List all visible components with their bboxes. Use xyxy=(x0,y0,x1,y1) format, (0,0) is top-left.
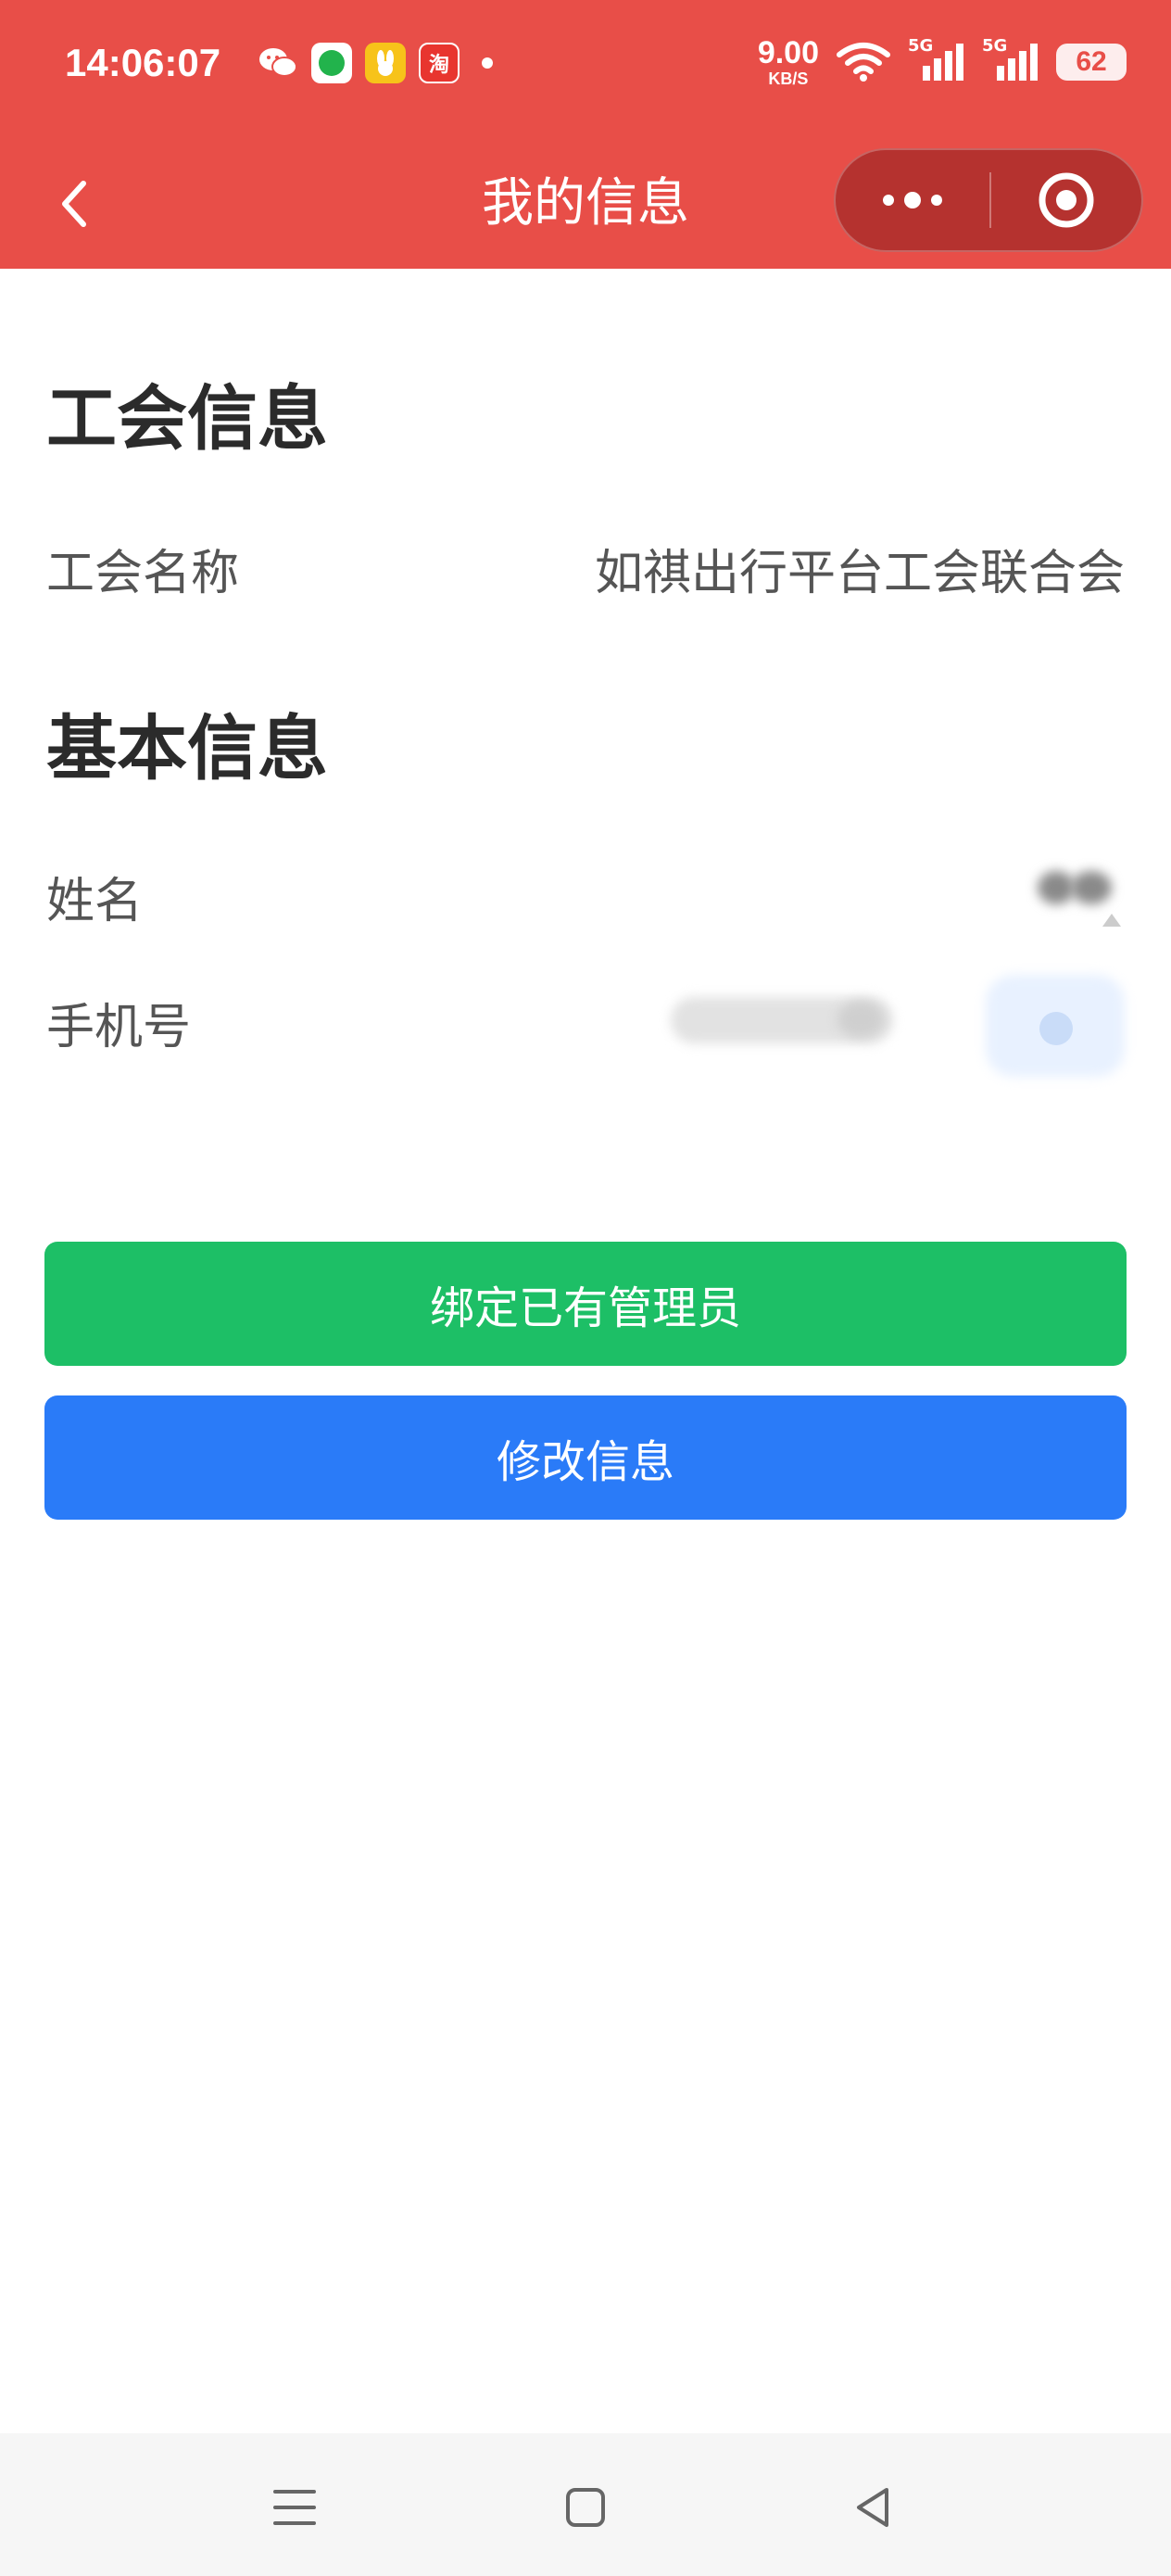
wifi-icon xyxy=(836,42,891,82)
navigation-bar: 我的信息 xyxy=(0,139,1171,269)
union-name-value: 如祺出行平台工会联合会 xyxy=(594,546,1125,601)
status-time: 14:06:07 xyxy=(65,41,221,84)
union-name-label: 工会名称 xyxy=(46,546,240,601)
phone-label: 手机号 xyxy=(46,1000,192,1055)
square-home-icon xyxy=(566,2488,605,2527)
taobao-app-icon: 淘 xyxy=(419,43,460,83)
more-notifications-dot-icon xyxy=(482,57,493,69)
name-label: 姓名 xyxy=(46,874,144,929)
notification-icons: 淘 xyxy=(258,43,493,83)
system-back-button[interactable] xyxy=(836,2470,910,2544)
signal-icon-sim2: 5G xyxy=(982,36,1039,82)
more-menu-button[interactable] xyxy=(836,150,989,250)
status-indicators: 9.00 KB/S 5G 5G 62 xyxy=(757,35,1127,88)
network-speed: 9.00 KB/S xyxy=(757,35,819,88)
bind-admin-button[interactable]: 绑定已有管理员 xyxy=(44,1242,1127,1366)
mini-program-capsule xyxy=(834,148,1143,252)
basic-info-title: 基本信息 xyxy=(46,707,328,789)
wechat-icon xyxy=(258,43,298,83)
signal-icon-sim1: 5G xyxy=(908,36,965,82)
target-close-icon xyxy=(1039,172,1094,228)
home-button[interactable] xyxy=(548,2470,623,2544)
triangle-back-icon xyxy=(857,2488,888,2527)
message-app-icon xyxy=(311,43,352,83)
menu-lines-icon xyxy=(273,2490,316,2525)
battery-icon: 62 xyxy=(1056,44,1127,81)
bunny-app-icon xyxy=(365,43,406,83)
union-info-title: 工会信息 xyxy=(46,377,328,460)
phone-value-redacted xyxy=(671,966,1125,1077)
app-header: 14:06:07 淘 9.00 KB/S 5G 5G 62 我的信息 xyxy=(0,0,1171,269)
status-bar: 14:06:07 淘 9.00 KB/S 5G 5G 62 xyxy=(0,0,1171,139)
edit-info-button[interactable]: 修改信息 xyxy=(44,1395,1127,1520)
name-value-redacted xyxy=(1036,862,1125,936)
recent-apps-button[interactable] xyxy=(258,2470,332,2544)
close-mini-program-button[interactable] xyxy=(991,150,1141,250)
more-dots-icon xyxy=(883,192,942,208)
system-navigation-bar xyxy=(0,2433,1171,2576)
